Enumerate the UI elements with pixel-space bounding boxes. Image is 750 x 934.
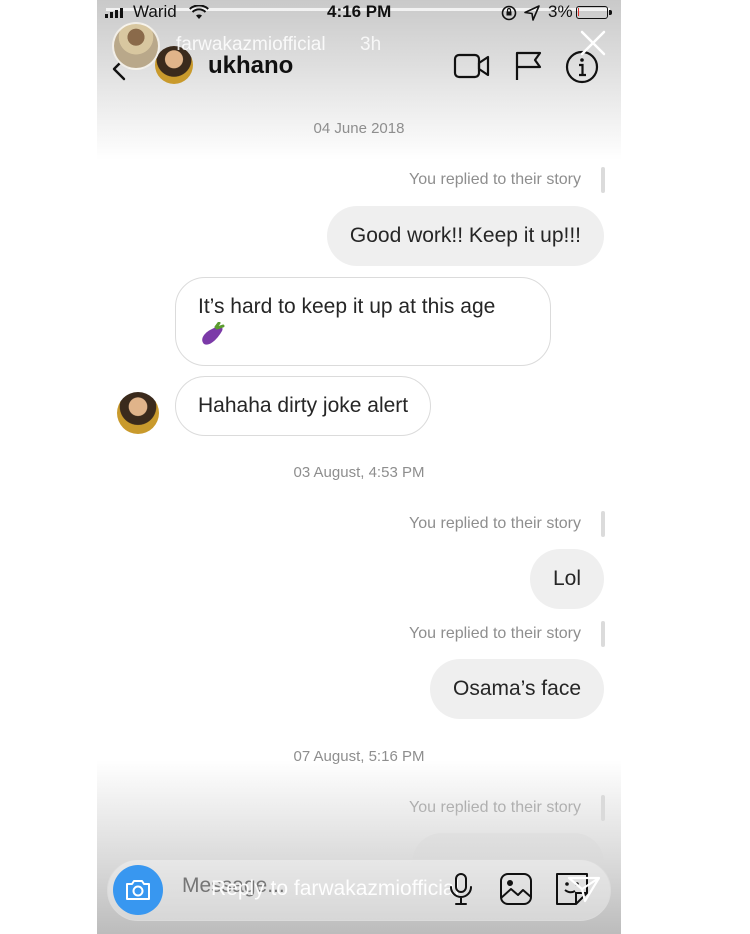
status-time: 4:16 PM [327,2,392,21]
story-age: 3h [360,34,382,55]
message-bubble[interactable]: Osama’s face [430,659,604,719]
message-text: It’s hard to keep it up at this age [198,295,496,318]
battery-level [578,8,579,16]
signal-icon [105,8,123,18]
instagram-story-screen: Warid 4:16 PM 3% farwakazmiofficial 3h u… [97,0,621,934]
location-icon [524,5,540,21]
gallery-icon[interactable] [498,871,534,912]
status-icons [501,4,545,27]
eggplant-icon [198,321,228,357]
chat-username[interactable]: ukhano [208,52,293,80]
camera-icon [124,878,152,907]
camera-button[interactable] [113,865,163,915]
message-input[interactable] [182,874,382,898]
timestamp: 04 June 2018 [313,120,405,137]
timestamp: 03 August, 4:53 PM [293,464,425,481]
video-call-icon[interactable] [453,50,491,87]
reply-note: You replied to their story [409,515,581,532]
microphone-icon[interactable] [446,871,476,912]
battery-percent: 3% [548,2,573,21]
flag-icon[interactable] [514,50,544,87]
reply-indicator [601,621,605,647]
reply-note: You replied to their story [409,625,581,642]
message-bubble[interactable]: Hahaha dirty joke alert [175,376,432,436]
send-icon[interactable] [567,875,601,908]
battery-icon [576,6,612,19]
message-bubble[interactable]: Good work!! Keep it up!!! [326,206,604,266]
story-avatar[interactable] [112,22,160,70]
message-bubble[interactable]: It’s hard to keep it up at this age [175,277,551,366]
rotation-lock-icon [501,5,517,21]
story-username[interactable]: farwakazmiofficial [176,34,326,56]
reply-indicator [601,167,605,193]
close-icon[interactable] [579,29,607,62]
message-avatar[interactable] [117,392,159,434]
message-bubble[interactable]: Lol [529,549,604,609]
reply-indicator [601,511,605,537]
message-composer [107,859,611,921]
reply-note: You replied to their story [409,171,581,188]
wifi-icon [189,4,209,26]
status-bar: Warid 4:16 PM 3% [97,0,621,26]
carrier-name: Warid [133,2,177,21]
